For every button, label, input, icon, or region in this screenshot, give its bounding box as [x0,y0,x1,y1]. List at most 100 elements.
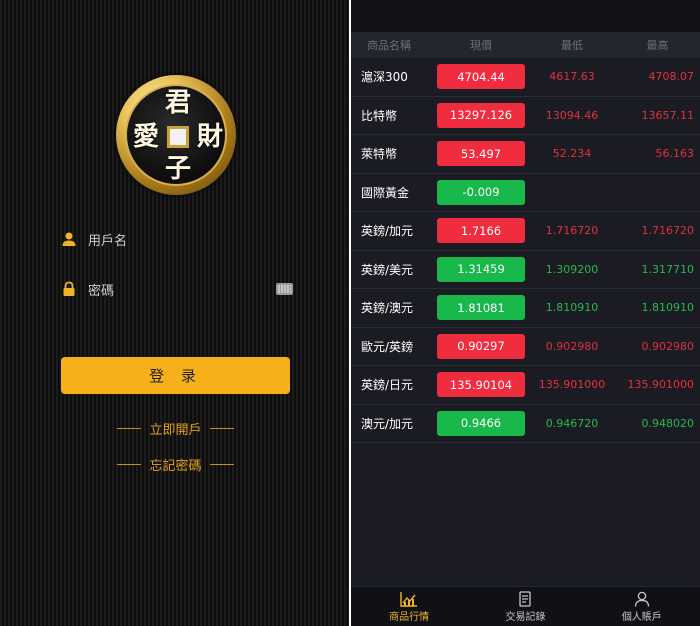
divider-line [117,427,142,429]
quote-high: 0.948020 [641,416,695,430]
quote-price-cell: 1.31459 [433,256,529,282]
tab-market[interactable]: 商品行情 [351,587,467,626]
lock-icon [63,281,75,296]
quote-low: 135.901000 [538,378,606,392]
quote-price-cell: 53.497 [433,141,529,167]
quote-high: 1.810910 [641,301,695,315]
quote-low: 0.946720 [545,416,599,430]
tab-account-label: 個人賬戶 [621,611,662,623]
tab-account[interactable]: 個人賬戶 [584,587,700,626]
header-name: 商品名稱 [367,39,411,52]
coin-logo-face: 君 愛 財 子 [125,84,227,186]
coin-logo: 君 愛 財 子 [116,75,236,195]
user-icon [62,232,76,246]
quote-row[interactable]: 英鎊/日元 135.90104 135.901000 135.901000 [351,366,700,405]
username-placeholder: 用戶名 [88,233,128,249]
chart-icon [400,591,418,607]
quote-high: 56.163 [655,147,695,161]
quote-row[interactable]: 滬深300 4704.44 4617.63 4708.07 [351,58,700,97]
status-bar [351,0,700,32]
quote-row[interactable]: 萊特幣 53.497 52.234 56.163 [351,135,700,174]
quote-price-cell: 1.7166 [433,218,529,244]
quote-name: 英鎊/美元 [361,262,414,277]
quote-price-cell: 0.90297 [433,333,529,359]
quote-name: 英鎊/日元 [361,378,414,393]
logo-char-bottom: 子 [164,154,191,184]
tab-trade-records-label: 交易記錄 [505,611,546,623]
open-account-label: 立即開戶 [149,422,202,438]
quote-name: 比特幣 [361,108,398,123]
quote-price-badge: 1.81081 [437,295,525,321]
username-field[interactable]: 用戶名 [57,221,297,257]
quote-low: 1.309200 [545,262,599,276]
keyboard-icon[interactable] [276,283,293,295]
quote-row[interactable]: 歐元/英鎊 0.90297 0.902980 0.902980 [351,328,700,366]
header-low: 最低 [561,39,583,52]
logo-char-top: 君 [164,88,191,118]
quote-price-cell: 1.81081 [433,295,529,321]
quote-high: 0.902980 [641,339,695,353]
coin-square-hole [167,126,189,148]
table-header: 商品名稱 現價 最低 最高 [351,32,700,58]
quote-row[interactable]: 英鎊/澳元 1.81081 1.810910 1.810910 [351,289,700,328]
quote-price-badge: 1.31459 [437,256,525,282]
quote-low: 13094.46 [545,108,599,122]
quote-name: 英鎊/澳元 [361,301,414,316]
password-placeholder: 密碼 [88,283,115,299]
quote-row[interactable]: 英鎊/美元 1.31459 1.309200 1.317710 [351,251,700,289]
quote-name: 滬深300 [361,70,408,85]
quote-price-badge: 0.9466 [437,410,525,436]
quote-high: 135.901000 [627,378,694,392]
quote-price-cell: -0.009 [433,179,529,205]
password-field[interactable]: 密碼 [57,271,297,307]
quote-row[interactable]: 澳元/加元 0.9466 0.946720 0.948020 [351,405,700,443]
quote-price-cell: 135.90104 [433,372,529,398]
quote-name: 國際黃金 [361,185,410,200]
quote-price-cell: 13297.126 [433,102,529,128]
tab-market-label: 商品行情 [389,611,430,623]
quote-price-badge: 0.90297 [437,333,525,359]
market-screen: 商品名稱 現價 最低 最高 滬深300 4704.44 4617.63 4708.07… [351,0,700,626]
logo-char-left: 愛 [132,122,159,152]
quote-price-badge: 53.497 [437,141,525,167]
document-icon [519,590,532,607]
quote-price-cell: 0.9466 [433,410,529,436]
open-account-link[interactable]: 立即開戶 [115,418,236,438]
quote-price-badge: 13297.126 [437,102,525,128]
quote-price-badge: 1.7166 [437,218,525,244]
quote-list: 滬深300 4704.44 4617.63 4708.07 比特幣 13297.126 13… [351,58,700,443]
header-high: 最高 [646,39,669,52]
quote-high: 4708.07 [648,70,695,84]
quote-name: 萊特幣 [361,147,398,162]
user-icon [634,591,649,607]
quote-low: 1.810910 [545,301,599,315]
divider-line [209,463,234,465]
divider-line [209,427,234,429]
login-screen: 君 愛 財 子 用戶名 密碼 登 录 立即開戶 忘記密碼 [0,0,350,626]
quote-high: 1.317710 [641,262,695,276]
quote-high: 1.716720 [641,224,695,238]
quote-low: 0.902980 [545,339,599,353]
logo-char-right: 財 [196,122,223,152]
quote-name: 英鎊/加元 [361,224,414,239]
quote-low: 1.716720 [545,224,599,238]
quote-price-cell: 4704.44 [433,64,529,90]
forgot-password-link[interactable]: 忘記密碼 [115,454,236,474]
quote-high: 13657.11 [641,108,695,122]
quote-name: 澳元/加元 [361,416,414,431]
quote-price-badge: 4704.44 [437,64,525,90]
quote-name: 歐元/英鎊 [361,339,414,354]
quote-row[interactable]: 國際黃金 -0.009 [351,174,700,212]
quote-price-badge: 135.90104 [437,372,525,398]
forgot-password-label: 忘記密碼 [149,458,202,474]
tab-trade-records[interactable]: 交易記錄 [467,587,583,626]
bottom-tab-bar: 商品行情 交易記錄 個人賬戶 [351,586,700,626]
quote-row[interactable]: 英鎊/加元 1.7166 1.716720 1.716720 [351,212,700,251]
login-button[interactable]: 登 录 [61,357,290,394]
quote-low: 4617.63 [549,70,595,84]
header-price: 現價 [470,39,492,52]
divider-line [117,463,142,465]
quote-low: 52.234 [552,147,592,161]
quote-row[interactable]: 比特幣 13297.126 13094.46 13657.11 [351,97,700,135]
quote-price-badge: -0.009 [437,179,525,205]
